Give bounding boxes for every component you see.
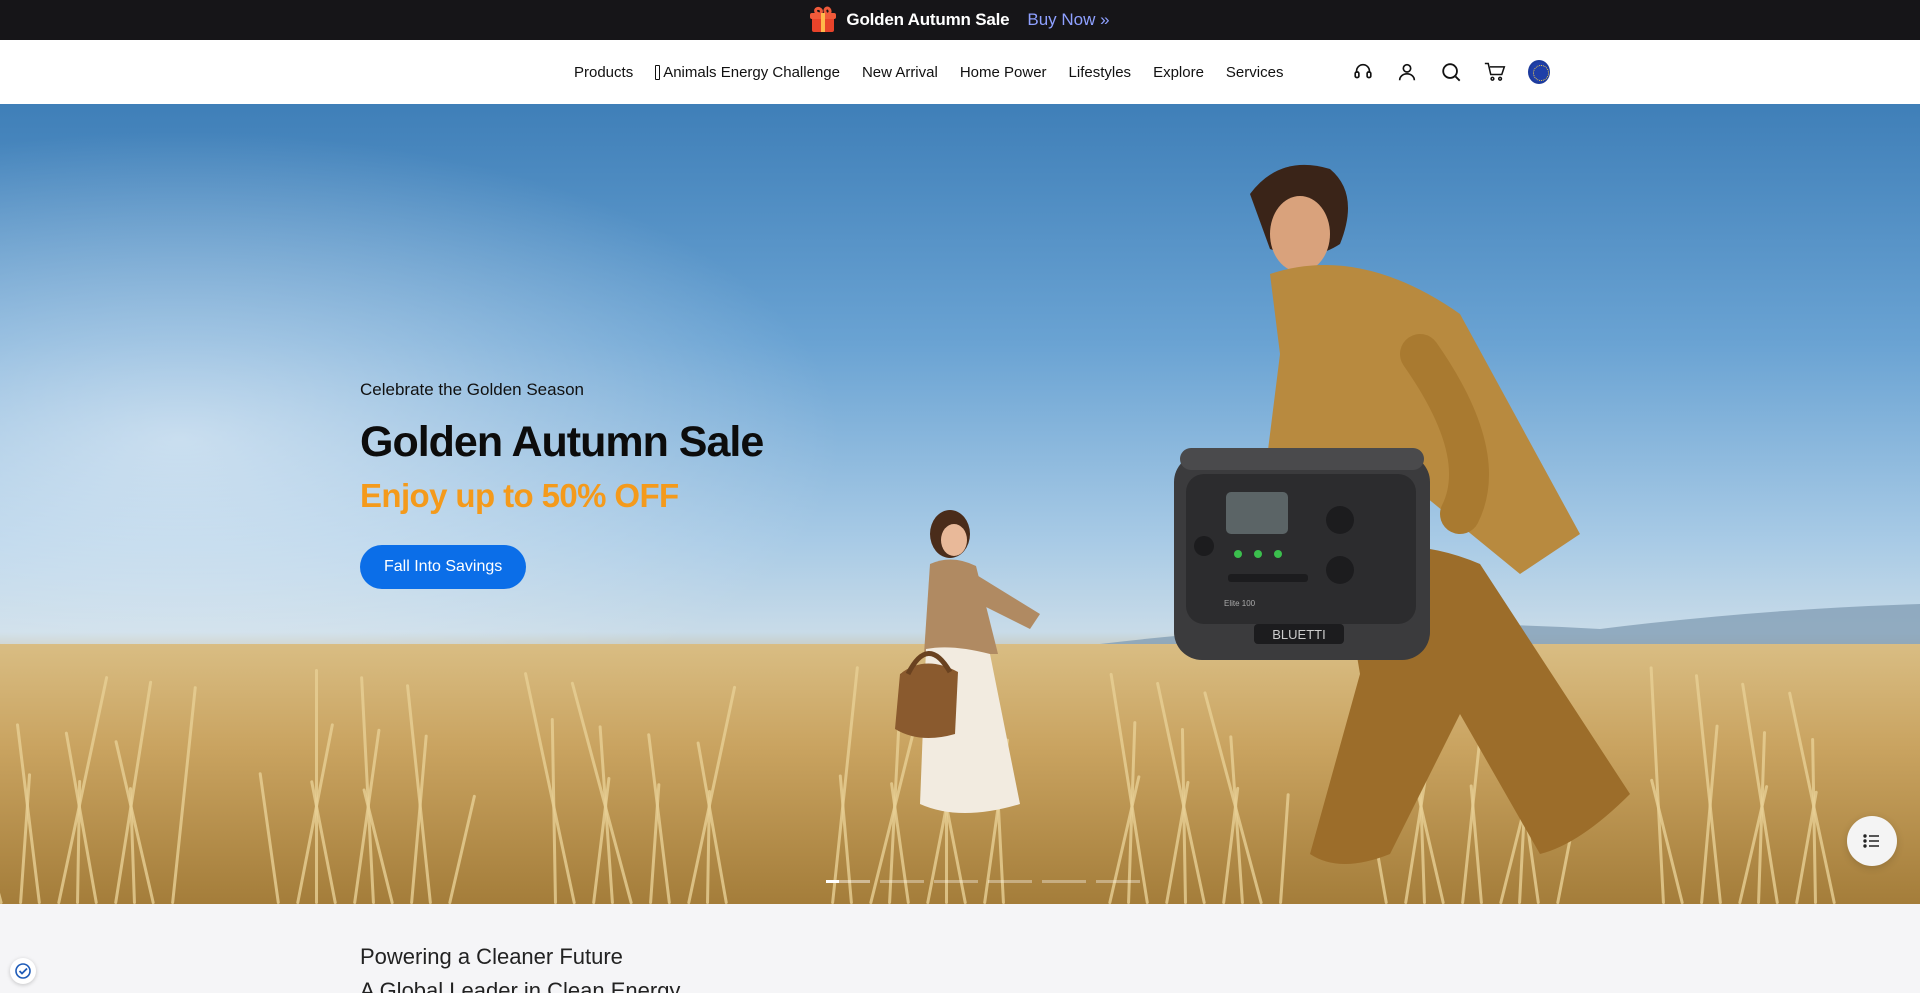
carousel-dot[interactable] (826, 880, 870, 883)
carousel-dot[interactable] (1042, 880, 1086, 883)
header-icons (1352, 40, 1550, 104)
carousel-dot[interactable] (1096, 880, 1140, 883)
nav-label: New Arrival (861, 63, 938, 81)
list-menu-button[interactable] (1847, 816, 1897, 866)
product-brand-label: BLUETTI (1272, 627, 1325, 642)
nav-label: Animals Energy Challenge (663, 63, 840, 81)
headset-icon[interactable] (1352, 61, 1374, 83)
wheat-stalk (64, 731, 98, 904)
nav-item-animals-energy-challenge[interactable]: Animals Energy Challenge (655, 64, 840, 81)
cart-icon[interactable] (1484, 61, 1506, 83)
hero-subhead: Enjoy up to 50% OFF (360, 477, 679, 514)
shield-check-icon (15, 963, 31, 979)
nav-item-services[interactable]: Services (1226, 64, 1284, 81)
privacy-settings-button[interactable] (10, 958, 36, 984)
wheat-stalk (696, 741, 728, 904)
wheat-stalk (57, 675, 109, 904)
main-nav: Products Animals Energy Challenge New Ar… (574, 40, 1283, 104)
wheat-stalk (1738, 784, 1769, 904)
carousel-dot[interactable] (934, 880, 978, 883)
nav-item-lifestyles[interactable]: Lifestyles (1069, 64, 1132, 81)
wheat-stalk (362, 788, 394, 904)
battery-icon (655, 64, 661, 80)
wheat-stalk (831, 666, 859, 904)
wheat-stalk (0, 826, 3, 904)
search-icon[interactable] (1440, 61, 1462, 83)
wheat-stalk (405, 684, 432, 904)
hero-banner: BLUETTI Elite 100 Celebrate the Golden S… (0, 104, 1920, 904)
site-header: Products Animals Energy Challenge New Ar… (0, 40, 1920, 104)
wheat-stalk (1787, 691, 1836, 904)
fall-into-savings-button[interactable]: Fall Into Savings (360, 545, 527, 589)
announcement-title: Golden Autumn Sale (846, 10, 1010, 29)
nav-item-products[interactable]: Products (574, 64, 633, 81)
wheat-stalk (570, 681, 633, 904)
carousel-dot[interactable] (880, 880, 924, 883)
user-icon[interactable] (1396, 61, 1418, 83)
nav-label: Lifestyles (1068, 63, 1132, 81)
nav-item-explore[interactable]: Explore (1153, 64, 1204, 81)
intro-title: Powering a Cleaner Future (360, 944, 623, 969)
wheat-stalk (315, 669, 318, 904)
hero-copy: Celebrate the Golden Season Golden Autum… (360, 380, 764, 589)
hero-eyebrow: Celebrate the Golden Season (360, 380, 584, 399)
wheat-stalk (410, 734, 428, 904)
nav-item-home-power[interactable]: Home Power (960, 64, 1047, 81)
list-icon (1863, 834, 1879, 848)
gift-icon (810, 5, 837, 33)
wheat-stalk (687, 685, 737, 904)
nav-item-new-arrival[interactable]: New Arrival (862, 64, 938, 81)
power-station-image: BLUETTI Elite 100 (1174, 448, 1430, 660)
wheat-stalk (15, 723, 41, 904)
product-model-label: Elite 100 (1224, 599, 1256, 608)
wheat-stalk (258, 772, 280, 904)
wheat-stalk (523, 671, 576, 904)
woman-figure (895, 510, 1040, 813)
announcement-bar: Golden Autumn Sale Buy Now » (0, 0, 1920, 40)
intro-subtitle: A Global Leader in Clean Energy (360, 978, 681, 993)
nav-label: Products (574, 63, 634, 81)
intro-section: Powering a Cleaner Future A Global Leade… (360, 944, 680, 993)
nav-label: Services (1225, 63, 1284, 81)
buy-now-link[interactable]: Buy Now » (1027, 10, 1109, 30)
nav-label: Explore (1153, 63, 1204, 81)
carousel-dot[interactable] (988, 880, 1032, 883)
wheat-stalk (171, 686, 197, 904)
wheat-stalk (448, 794, 477, 904)
nav-label: Home Power (959, 63, 1047, 81)
carousel-indicators (826, 880, 1140, 883)
hero-headline: Golden Autumn Sale (360, 418, 764, 466)
globe-icon[interactable] (1528, 60, 1550, 84)
